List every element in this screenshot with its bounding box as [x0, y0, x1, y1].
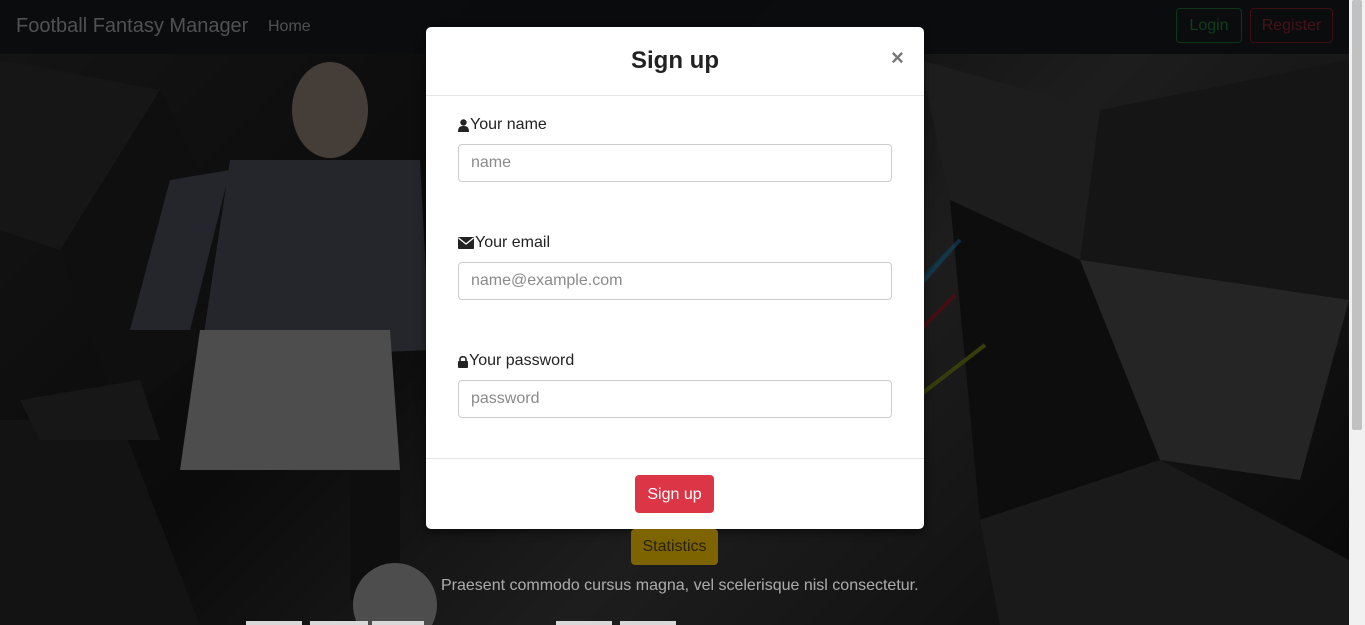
scrollbar-thumb[interactable]: [1352, 0, 1362, 430]
bottom-strip: [246, 621, 302, 625]
password-label: Your password: [458, 352, 574, 370]
signup-submit-button[interactable]: Sign up: [635, 475, 714, 513]
password-input[interactable]: [458, 380, 892, 418]
close-icon[interactable]: ×: [891, 45, 904, 71]
modal-footer: Sign up: [426, 458, 924, 530]
statistics-button-overlay: Statistics: [631, 529, 718, 565]
bottom-strip: [310, 621, 368, 625]
hero-lead-text-overlay: Praesent commodo cursus magna, vel scele…: [441, 577, 919, 594]
email-label: Your email: [458, 234, 550, 252]
name-input[interactable]: [458, 144, 892, 182]
email-input[interactable]: [458, 262, 892, 300]
modal-title: Sign up: [631, 47, 719, 74]
page-scrollbar[interactable]: [1349, 0, 1365, 625]
modal-header: Sign up ×: [426, 27, 924, 96]
signup-modal: Sign up × Your name Your email Your pass…: [426, 27, 924, 529]
envelope-icon: [458, 237, 474, 249]
bottom-strip: [556, 621, 612, 625]
lock-icon: [458, 355, 468, 368]
email-label-text: Your email: [475, 234, 551, 251]
user-icon: [458, 118, 469, 132]
name-label-text: Your name: [470, 116, 547, 133]
password-label-text: Your password: [469, 352, 575, 369]
bottom-strip: [372, 621, 424, 625]
name-label: Your name: [458, 116, 547, 134]
bottom-strip: [620, 621, 676, 625]
